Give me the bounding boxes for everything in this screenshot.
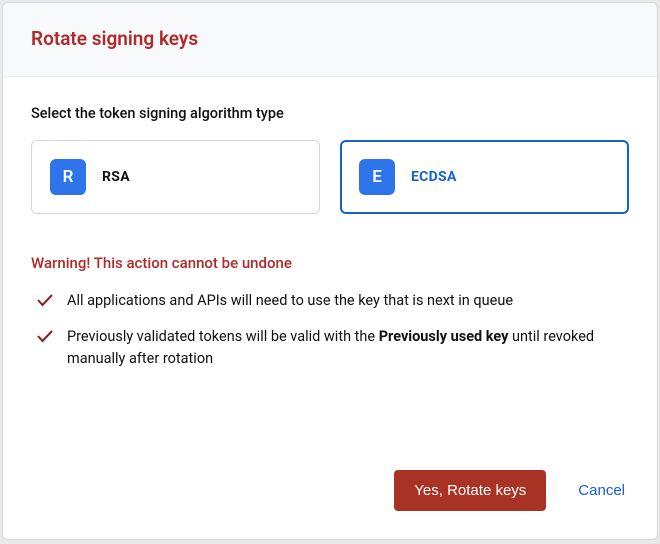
confirm-rotate-button[interactable]: Yes, Rotate keys	[394, 470, 546, 511]
dialog-header: Rotate signing keys	[3, 3, 657, 77]
warning-title: Warning! This action cannot be undone	[31, 254, 629, 272]
check-icon	[37, 328, 53, 350]
warning-item: All applications and APIs will need to u…	[37, 290, 625, 314]
algorithm-section-label: Select the token signing algorithm type	[31, 105, 629, 122]
warning-text-prefix: Previously validated tokens will be vali…	[67, 328, 379, 345]
algorithm-option-label: ECDSA	[411, 169, 457, 185]
algorithm-options: R RSA E ECDSA	[31, 140, 629, 214]
dialog-footer: Yes, Rotate keys Cancel	[3, 454, 657, 539]
warning-text: Previously validated tokens will be vali…	[67, 326, 625, 370]
warning-text: All applications and APIs will need to u…	[67, 290, 625, 312]
algorithm-badge-icon: E	[359, 159, 395, 195]
algorithm-option-label: RSA	[102, 169, 130, 185]
check-icon	[37, 292, 53, 314]
algorithm-option-rsa[interactable]: R RSA	[31, 140, 320, 214]
warning-list: All applications and APIs will need to u…	[31, 290, 629, 369]
rotate-keys-dialog: Rotate signing keys Select the token sig…	[2, 2, 658, 540]
cancel-button[interactable]: Cancel	[574, 474, 629, 507]
dialog-title: Rotate signing keys	[31, 27, 629, 50]
algorithm-badge-icon: R	[50, 159, 86, 195]
warning-text-bold: Previously used key	[379, 328, 509, 345]
dialog-body: Select the token signing algorithm type …	[3, 77, 657, 454]
warning-item: Previously validated tokens will be vali…	[37, 326, 625, 370]
algorithm-option-ecdsa[interactable]: E ECDSA	[340, 140, 629, 214]
